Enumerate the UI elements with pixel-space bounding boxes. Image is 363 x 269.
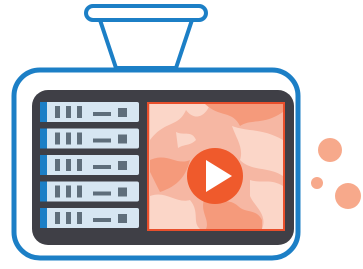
server-slot xyxy=(66,212,71,224)
server-unit-edge xyxy=(40,102,47,122)
server-rack-icon xyxy=(40,102,139,228)
server-unit xyxy=(40,181,139,202)
server-slot xyxy=(55,185,60,198)
server-unit-edge xyxy=(40,128,47,149)
server-slot xyxy=(55,159,60,171)
bubble-large xyxy=(335,183,361,209)
server-indicator xyxy=(118,161,127,170)
server-bar xyxy=(93,112,111,116)
server-unit xyxy=(40,102,139,122)
server-indicator xyxy=(118,187,127,197)
server-slot xyxy=(77,159,82,171)
mount-top-bar xyxy=(84,4,208,22)
server-indicator xyxy=(118,134,127,144)
bubble-small xyxy=(311,177,323,189)
server-slot xyxy=(66,159,71,171)
server-indicator xyxy=(118,214,127,223)
server-slot xyxy=(77,185,82,198)
server-slot xyxy=(77,212,82,224)
server-bar xyxy=(93,191,111,196)
server-unit xyxy=(40,155,139,175)
illustration-stage xyxy=(0,0,363,269)
server-bar xyxy=(93,138,111,143)
server-indicator xyxy=(118,108,127,117)
bubble-large xyxy=(318,138,342,162)
server-bar xyxy=(93,165,111,169)
mount-bracket-icon xyxy=(84,4,208,70)
server-slot xyxy=(55,106,60,118)
mount-neck xyxy=(98,18,194,70)
server-unit-edge xyxy=(40,155,47,175)
server-slot xyxy=(77,106,82,118)
server-slot xyxy=(55,212,60,224)
server-unit xyxy=(40,128,139,149)
server-slot xyxy=(66,106,71,118)
server-slot xyxy=(66,132,71,145)
dashcam-illustration xyxy=(11,4,361,261)
server-slot xyxy=(77,132,82,145)
decorative-bubbles xyxy=(311,138,361,209)
server-unit-edge xyxy=(40,208,47,228)
server-unit-edge xyxy=(40,181,47,202)
server-unit xyxy=(40,208,139,228)
server-slot xyxy=(55,132,60,145)
server-slot xyxy=(66,185,71,198)
play-icon xyxy=(187,148,243,204)
server-bar xyxy=(93,218,111,222)
